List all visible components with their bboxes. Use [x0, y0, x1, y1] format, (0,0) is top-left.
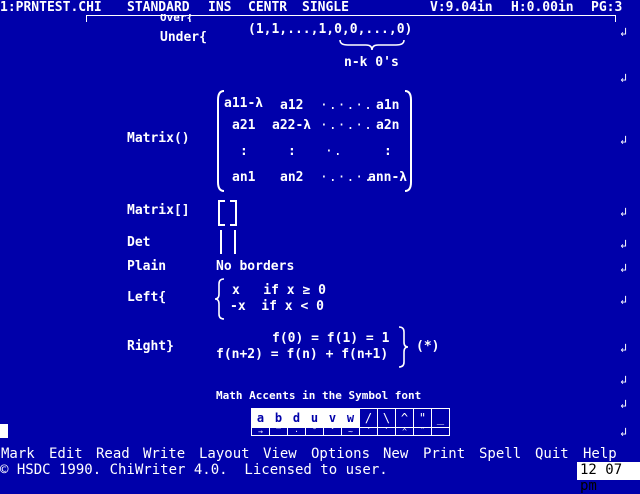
status-spacing: SINGLE — [302, 0, 349, 15]
menu-options[interactable]: Options — [311, 446, 370, 462]
matrix-cell: an1 — [232, 170, 256, 185]
menu-read[interactable]: Read — [96, 446, 130, 462]
accent-key: u — [305, 408, 324, 428]
accent-mark: ` — [377, 427, 396, 436]
status-insert-mode: INS — [208, 0, 232, 15]
left-brace-label: Left{ — [127, 290, 167, 305]
status-vpos: V:9.04in — [430, 0, 493, 15]
accent-mark: _ — [431, 427, 450, 436]
matrix-cell: ·.·.·. — [320, 98, 373, 113]
menu-layout[interactable]: Layout — [199, 446, 250, 462]
left-case-line-1: x if x ≥ 0 — [232, 283, 326, 298]
matrix-cell: a2n — [376, 118, 400, 133]
menu-spell[interactable]: Spell — [479, 446, 521, 462]
accent-key: w — [341, 408, 360, 428]
accent-mark: ´ — [359, 427, 378, 436]
matrix-cell: a1n — [376, 98, 400, 113]
menu-help[interactable]: Help — [583, 446, 617, 462]
matrix-cell: a11-λ — [224, 96, 264, 111]
right-case-tag: (*) — [416, 339, 440, 354]
matrix-cell: ·. — [325, 144, 343, 159]
accent-key: \ — [377, 408, 396, 428]
matrix-cell: ·.·.·. — [320, 118, 373, 133]
accent-mark: ^ — [395, 427, 414, 436]
det-bar-right-icon — [234, 230, 236, 254]
paragraph-mark-icon: ↲ — [620, 373, 628, 387]
status-hpos: H:0.00in — [511, 0, 574, 15]
left-brace-icon — [214, 278, 225, 320]
matrix-cell: ·.·.·. — [320, 170, 373, 185]
matrix-cell: a22-λ — [272, 118, 312, 133]
left-case-line-2: -x if x < 0 — [230, 299, 324, 314]
det-bar-left-icon — [220, 230, 222, 254]
status-page: PG:3 — [591, 0, 623, 15]
paragraph-mark-icon: ↲ — [620, 71, 628, 85]
clock: 12 07 pm — [577, 462, 640, 494]
accent-key: " — [413, 408, 432, 428]
matrix-cell: an2 — [280, 170, 304, 185]
accent-mark: → — [251, 427, 270, 436]
menu-quit[interactable]: Quit — [535, 446, 569, 462]
paragraph-mark-icon: ↲ — [620, 341, 628, 355]
accent-key: b — [269, 408, 288, 428]
accent-mark: ˘ — [305, 427, 324, 436]
left-bracket-icon — [218, 200, 225, 226]
matrix-cell: a21 — [232, 118, 256, 133]
matrix-cell: a12 — [280, 98, 304, 113]
accent-key: ^ — [395, 408, 414, 428]
plain-text: No borders — [216, 259, 295, 274]
accent-mark: · — [287, 427, 306, 436]
right-case-line-1: f(0) = f(1) = 1 — [272, 331, 390, 346]
det-label: Det — [127, 235, 151, 250]
matrix-cell: : — [288, 144, 296, 159]
menu-mark[interactable]: Mark — [1, 446, 35, 462]
menu-edit[interactable]: Edit — [49, 446, 83, 462]
copyright-text: © HSDC 1990. ChiWriter 4.0. Licensed to … — [0, 462, 388, 478]
underbrace-icon — [339, 39, 405, 51]
accent-key: _ — [431, 408, 450, 428]
text-cursor — [0, 424, 8, 438]
accent-mark: ¨ — [413, 427, 432, 436]
accents-table: a b d u v w / \ ^ " _ → ‾ · ˘ ˇ ~ ´ ` ^ … — [251, 408, 450, 436]
matrix-cell: ann-λ — [368, 170, 408, 185]
matrix-cell: : — [240, 144, 248, 159]
menu-write[interactable]: Write — [143, 446, 185, 462]
accents-title: Math Accents in the Symbol font — [216, 389, 422, 402]
accent-key: v — [323, 408, 342, 428]
accent-key: d — [287, 408, 306, 428]
matrix-paren-label: Matrix() — [127, 131, 190, 146]
paragraph-mark-icon: ↲ — [620, 397, 628, 411]
under-expression: (1,1,...,1,0,0,...,0) — [248, 22, 413, 37]
paragraph-mark-icon: ↲ — [620, 25, 628, 39]
menu-bar: Mark Edit Read Write Layout View Options… — [0, 445, 640, 463]
paragraph-mark-icon: ↲ — [620, 261, 628, 275]
status-align: CENTR — [248, 0, 288, 15]
matrix-bracket-label: Matrix[] — [127, 203, 190, 218]
paragraph-mark-icon: ↲ — [620, 237, 628, 251]
under-note: n-k 0's — [344, 55, 399, 70]
accent-mark: ~ — [341, 427, 360, 436]
right-bracket-icon — [230, 200, 237, 226]
paragraph-mark-icon: ↲ — [620, 205, 628, 219]
menu-print[interactable]: Print — [423, 446, 465, 462]
accent-key: / — [359, 408, 378, 428]
plain-label: Plain — [127, 259, 167, 274]
accent-key: a — [251, 408, 270, 428]
accent-mark: ‾ — [269, 427, 288, 436]
status-bar: 1:PRNTEST.CHI STANDARD INS CENTR SINGLE … — [0, 0, 640, 16]
over-label-partial: Over{ — [160, 14, 194, 22]
status-filename: 1:PRNTEST.CHI — [0, 0, 102, 15]
right-brace-icon — [398, 326, 409, 368]
paragraph-mark-icon: ↲ — [620, 133, 628, 147]
menu-new[interactable]: New — [383, 446, 408, 462]
menu-view[interactable]: View — [263, 446, 297, 462]
paragraph-mark-icon: ↲ — [620, 425, 628, 439]
under-label: Under{ — [160, 30, 207, 45]
matrix-cell: : — [384, 144, 392, 159]
accent-mark: ˇ — [323, 427, 342, 436]
paragraph-mark-icon: ↲ — [620, 293, 628, 307]
right-brace-label: Right} — [127, 339, 174, 354]
right-case-line-2: f(n+2) = f(n) + f(n+1) — [216, 347, 389, 362]
